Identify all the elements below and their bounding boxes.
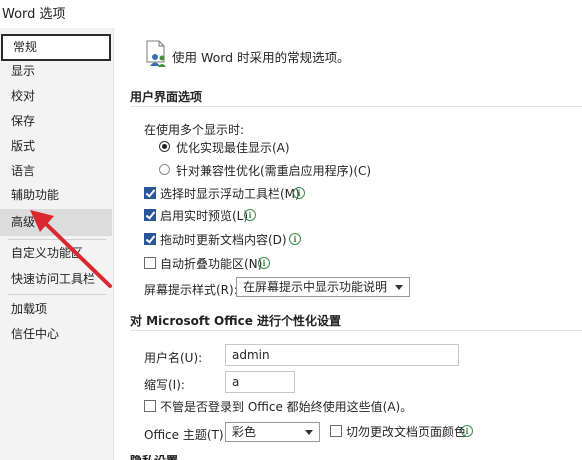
screentip-style-value: 在屏幕提示中显示功能说明 <box>243 280 388 294</box>
section-privacy-title: 隐私设置 <box>130 455 178 460</box>
checkbox-never-change-page-color-label[interactable]: 切勿更改文档页面颜色 <box>346 423 466 440</box>
info-icon[interactable]: i <box>289 233 301 245</box>
checkbox-collapse-ribbon[interactable] <box>144 257 156 269</box>
multi-display-label: 在使用多个显示时: <box>144 123 245 137</box>
main-panel: 使用 Word 时采用的常规选项。 用户界面选项 在使用多个显示时: 优化实现最… <box>114 28 582 460</box>
chevron-down-icon <box>305 430 313 435</box>
info-icon[interactable]: i <box>461 425 473 437</box>
window-title: Word 选项 <box>2 7 66 22</box>
username-label: 用户名(U): <box>144 351 203 365</box>
sidebar-item-customize-ribbon[interactable]: 自定义功能区 <box>0 240 112 267</box>
checkbox-live-preview-label[interactable]: 启用实时预览(L) <box>160 207 248 224</box>
sidebar-item-quick-access-toolbar[interactable]: 快速访问工具栏 <box>0 266 112 293</box>
sidebar-divider <box>8 294 106 295</box>
sidebar-item-display[interactable]: 显示 <box>0 58 112 85</box>
sidebar-item-typography[interactable]: 版式 <box>0 133 112 160</box>
checkbox-live-preview[interactable] <box>144 209 156 221</box>
section-divider <box>130 106 582 107</box>
sidebar-item-proofing[interactable]: 校对 <box>0 83 112 110</box>
office-theme-value: 彩色 <box>232 425 257 439</box>
radio-optimize-compatibility[interactable] <box>159 164 170 175</box>
sidebar-item-language[interactable]: 语言 <box>0 158 112 185</box>
section-personalize-title: 对 Microsoft Office 进行个性化设置 <box>130 314 342 328</box>
sidebar: 常规 显示 校对 保存 版式 语言 辅助功能 高级 自定义功能区 快速访问工具栏… <box>0 28 114 460</box>
sidebar-item-trust-center[interactable]: 信任中心 <box>0 321 112 348</box>
sidebar-item-advanced[interactable]: 高级 <box>0 209 112 236</box>
info-icon[interactable]: i <box>244 209 256 221</box>
radio-optimize-compatibility-label[interactable]: 针对兼容性优化(需重启应用程序)(C) <box>176 162 371 179</box>
checkbox-update-while-dragging-label[interactable]: 拖动时更新文档内容(D) <box>160 231 287 248</box>
screentip-style-select[interactable]: 在屏幕提示中显示功能说明 <box>236 277 410 297</box>
initials-label: 缩写(I): <box>144 378 185 392</box>
checkbox-never-change-page-color[interactable] <box>330 425 342 437</box>
checkbox-update-while-dragging[interactable] <box>144 233 156 245</box>
checkbox-always-use-values-label[interactable]: 不管是否登录到 Office 都始终使用这些值(A)。 <box>160 398 412 415</box>
section-ui-options-title: 用户界面选项 <box>130 90 203 104</box>
chevron-down-icon <box>395 285 403 290</box>
sidebar-item-accessibility[interactable]: 辅助功能 <box>0 182 112 209</box>
info-icon[interactable]: i <box>293 187 305 199</box>
radio-optimize-best-display[interactable] <box>159 141 170 152</box>
sidebar-item-save[interactable]: 保存 <box>0 108 112 135</box>
checkbox-always-use-values[interactable] <box>144 400 156 412</box>
checkbox-mini-toolbar[interactable] <box>144 187 156 199</box>
office-theme-label: Office 主题(T): <box>144 428 228 442</box>
initials-input[interactable]: a <box>225 371 295 393</box>
info-icon[interactable]: i <box>258 257 270 269</box>
username-input[interactable]: admin <box>225 344 459 366</box>
checkbox-mini-toolbar-label[interactable]: 选择时显示浮动工具栏(M) <box>160 185 300 202</box>
office-theme-select[interactable]: 彩色 <box>225 422 320 442</box>
checkbox-collapse-ribbon-label[interactable]: 自动折叠功能区(N) <box>160 255 262 272</box>
options-people-icon <box>146 40 166 67</box>
section-divider <box>130 330 582 331</box>
radio-optimize-best-display-label[interactable]: 优化实现最佳显示(A) <box>176 139 290 156</box>
sidebar-item-general[interactable]: 常规 <box>1 34 111 61</box>
page-header-text: 使用 Word 时采用的常规选项。 <box>172 50 350 65</box>
sidebar-item-add-ins[interactable]: 加载项 <box>0 296 112 323</box>
screentip-style-label: 屏幕提示样式(R): <box>144 283 238 297</box>
